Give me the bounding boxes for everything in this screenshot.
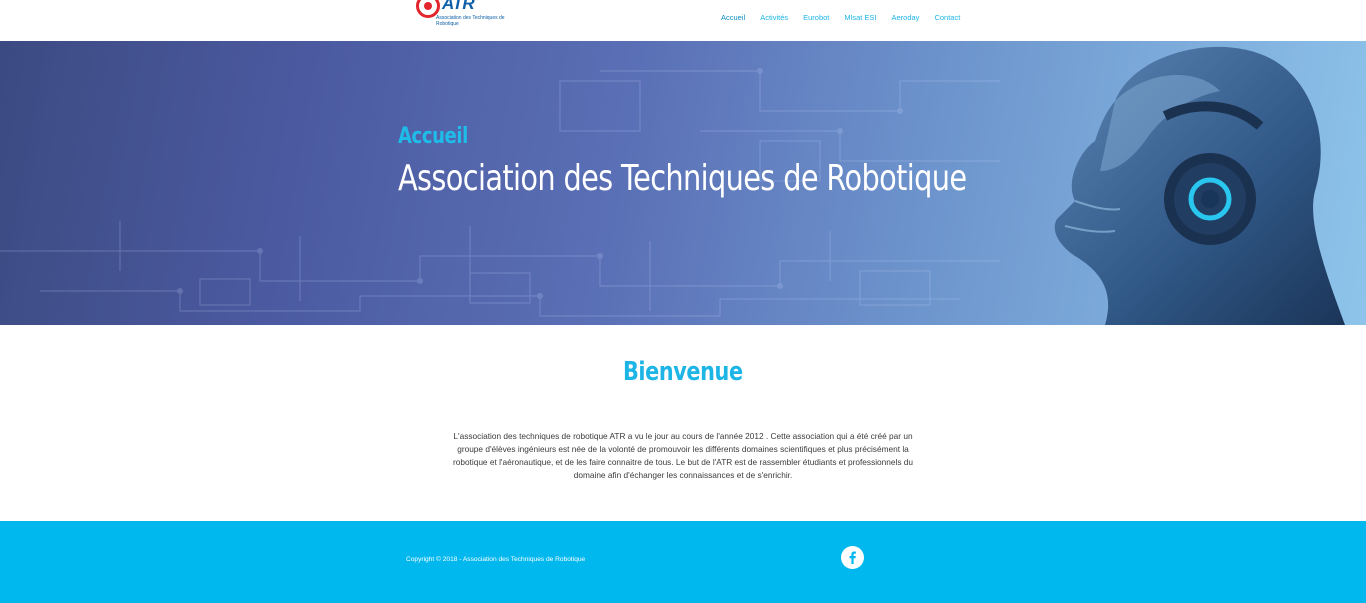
atr-logo[interactable]: ATR Association des Techniques de Roboti… (414, 0, 505, 32)
nav-item-aeroday[interactable]: Aeroday (892, 13, 920, 22)
nav-item-mlsat-esi[interactable]: Mlsat ESI (844, 13, 876, 22)
logo-subtitle: Association des Techniques de Robotique (436, 15, 505, 27)
site-header: ATR Association des Techniques de Roboti… (0, 0, 1366, 41)
welcome-title: Bienvenue (623, 357, 743, 387)
copyright-text: Copyright © 2018 - Association des Techn… (406, 556, 586, 563)
welcome-heading: Bienvenue (0, 357, 1366, 387)
welcome-paragraph: L'association des techniques de robotiqu… (452, 431, 914, 480)
nav-item-activites[interactable]: Activités (760, 13, 788, 22)
site-footer: Copyright © 2018 - Association des Techn… (0, 521, 1366, 603)
facebook-icon (849, 551, 856, 564)
nav-item-eurobot[interactable]: Eurobot (803, 13, 829, 22)
logo-text: ATR (442, 0, 475, 13)
hero-banner: Accueil Association des Techniques de Ro… (0, 41, 1366, 325)
nav-item-accueil[interactable]: Accueil (721, 13, 745, 22)
main-nav: Accueil Activités Eurobot Mlsat ESI Aero… (721, 13, 975, 22)
facebook-link[interactable] (841, 546, 864, 569)
robot-head-illustration (1054, 46, 1345, 325)
nav-item-contact[interactable]: Contact (934, 13, 960, 22)
hero-kicker: Accueil (398, 124, 468, 149)
hero-title: Association des Techniques de Robotique (398, 158, 967, 199)
